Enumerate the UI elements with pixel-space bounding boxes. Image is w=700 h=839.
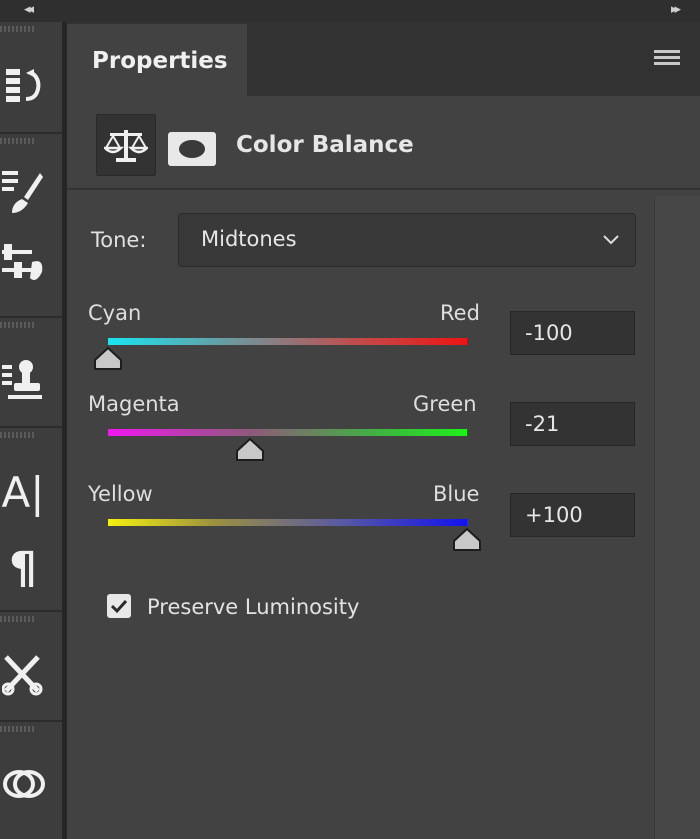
cyan-red-slider-track[interactable] xyxy=(108,338,467,345)
slider-magenta-label: Magenta xyxy=(88,392,180,416)
slider-green-label: Green xyxy=(413,392,477,416)
grip-handle[interactable] xyxy=(0,138,36,144)
yellow-blue-value: +100 xyxy=(525,503,583,527)
preserve-luminosity-checkbox[interactable] xyxy=(107,594,131,618)
tool-group-brushes xyxy=(0,134,62,318)
cyan-red-slider-thumb[interactable] xyxy=(93,346,123,372)
character-icon[interactable]: A| xyxy=(0,462,46,522)
slider-cyan-label: Cyan xyxy=(88,301,142,325)
slider-yellow-label: Yellow xyxy=(88,482,153,506)
magenta-green-slider-thumb[interactable] xyxy=(235,437,265,463)
panel-dock-bar: ◂◂ ▸▸ xyxy=(0,0,700,23)
tone-label: Tone: xyxy=(91,228,147,252)
paragraph-icon[interactable]: ¶ xyxy=(0,538,46,598)
grip-handle[interactable] xyxy=(0,616,36,622)
tool-group-type: A| ¶ xyxy=(0,428,62,612)
tool-group-presets xyxy=(0,612,62,722)
magenta-green-slider-track[interactable] xyxy=(108,429,467,436)
slider-blue-label: Blue xyxy=(433,482,480,506)
paragraph-glyph: ¶ xyxy=(9,542,37,594)
yellow-blue-slider-track[interactable] xyxy=(108,519,467,526)
cyan-red-value: -100 xyxy=(525,321,573,345)
cyan-red-value-field[interactable]: -100 xyxy=(510,311,635,355)
tab-properties-label: Properties xyxy=(92,48,228,74)
magenta-green-value: -21 xyxy=(525,412,560,436)
character-glyph: A| xyxy=(1,467,45,517)
libraries-icon[interactable] xyxy=(0,756,46,812)
balance-scale-icon[interactable] xyxy=(96,114,156,176)
scrollbar-track[interactable] xyxy=(654,196,700,839)
panel-menu-icon[interactable] xyxy=(654,50,680,68)
tone-dropdown[interactable]: Midtones xyxy=(178,213,636,267)
yellow-blue-value-field[interactable]: +100 xyxy=(510,493,635,537)
magenta-green-value-field[interactable]: -21 xyxy=(510,402,635,446)
tab-properties[interactable]: Properties xyxy=(67,24,247,96)
checkmark-icon xyxy=(110,599,128,614)
slider-red-label: Red xyxy=(440,301,480,325)
preserve-luminosity-label[interactable]: Preserve Luminosity xyxy=(147,595,359,619)
panel-tab-bar: Properties xyxy=(67,22,700,96)
collapse-left-icon[interactable]: ◂◂ xyxy=(24,0,34,22)
yellow-blue-slider-thumb[interactable] xyxy=(452,527,482,553)
properties-panel: Properties Color Balance Tone: Midtones … xyxy=(67,22,700,839)
grip-handle[interactable] xyxy=(0,432,36,438)
layer-mask-icon[interactable] xyxy=(168,132,216,166)
tool-group-libraries xyxy=(0,722,62,839)
history-icon[interactable] xyxy=(0,62,46,108)
collapse-right-icon[interactable]: ▸▸ xyxy=(671,0,681,22)
tool-presets-icon[interactable] xyxy=(0,646,46,702)
tone-selected-value: Midtones xyxy=(201,227,297,251)
tool-group-clone xyxy=(0,318,62,428)
grip-handle[interactable] xyxy=(0,322,36,328)
clone-stamp-icon[interactable] xyxy=(0,352,46,408)
grip-handle[interactable] xyxy=(0,726,36,732)
tool-strip: A| ¶ xyxy=(0,22,62,839)
tool-group-history xyxy=(0,22,62,134)
brush-icon[interactable] xyxy=(0,164,46,220)
grip-handle[interactable] xyxy=(0,26,36,32)
chevron-down-icon xyxy=(603,235,619,245)
brush-settings-icon[interactable] xyxy=(0,232,46,292)
adjustment-title: Color Balance xyxy=(236,132,414,158)
